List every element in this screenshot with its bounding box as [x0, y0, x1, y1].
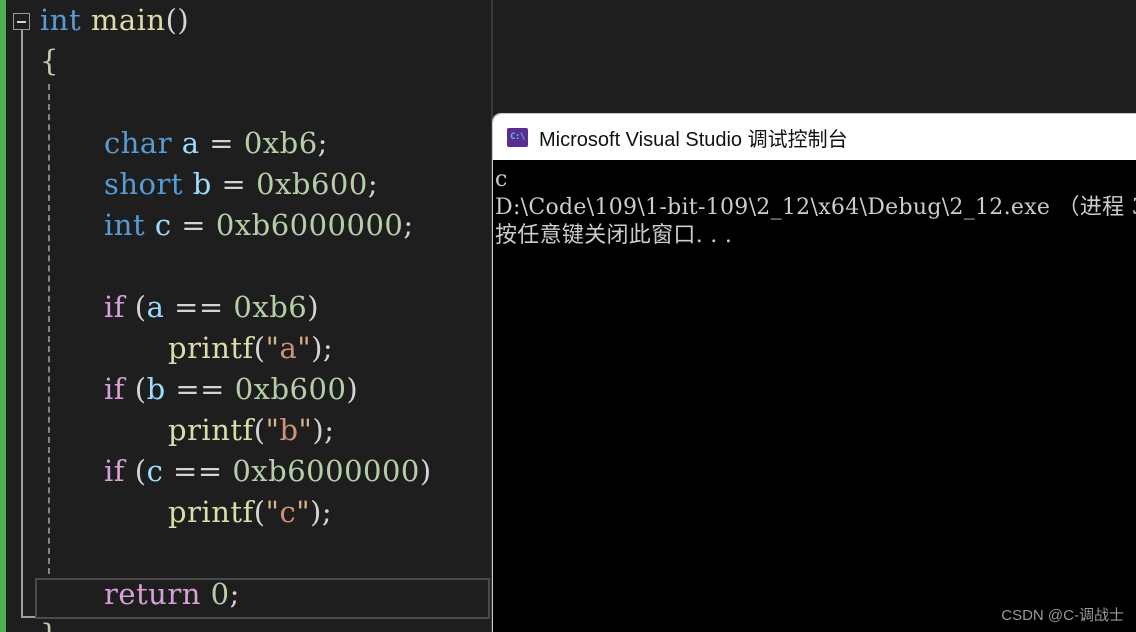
code-token-punct — [81, 3, 91, 37]
code-token-num: 0xb600 — [234, 372, 347, 406]
code-line: return 0; — [0, 574, 493, 615]
code-token-num: 0xb6000000 — [215, 208, 404, 242]
code-token-quote: " — [297, 331, 312, 365]
code-token-num: 0xb6 — [243, 126, 318, 160]
code-line: printf("b"); — [0, 410, 493, 451]
csdn-watermark: CSDN @C-调战士 — [1001, 607, 1124, 624]
code-token-kw: int — [40, 3, 82, 37]
code-token-paren: ) — [419, 454, 432, 488]
code-token-fn: printf — [168, 331, 254, 365]
code-token-paren: ) — [312, 413, 325, 447]
code-token-ctrl: if — [104, 454, 126, 488]
code-line: short b = 0xb600; — [0, 164, 493, 205]
code-token-punct — [183, 167, 193, 201]
code-token-punct: ; — [321, 495, 333, 529]
code-token-str: c — [279, 495, 297, 529]
code-token-num: 0xb600 — [256, 167, 368, 201]
code-token-var: c — [146, 454, 164, 488]
code-token-punct: = — [199, 126, 244, 160]
code-editor-pane[interactable]: int main(){ char a = 0xb6; short b = 0xb6… — [0, 0, 493, 632]
console-app-icon-text: C:\ — [510, 131, 525, 142]
code-token-kw: int — [104, 208, 146, 242]
code-token-var: a — [181, 126, 200, 160]
code-token-paren: ) — [307, 290, 320, 324]
code-token-punct — [172, 126, 182, 160]
code-token-var: b — [146, 372, 166, 406]
console-titlebar[interactable]: C:\ Microsoft Visual Studio 调试控制台 — [493, 114, 1136, 160]
code-token-punct — [145, 208, 155, 242]
code-line: { — [0, 41, 493, 82]
code-line: printf("a"); — [0, 328, 493, 369]
code-token-fn: main — [90, 3, 166, 37]
code-token-paren: () — [165, 3, 190, 37]
console-app-icon: C:\ — [507, 127, 528, 147]
code-token-brace: { — [40, 44, 59, 78]
code-token-paren: ) — [311, 331, 323, 365]
code-token-punct: ; — [324, 413, 335, 447]
code-token-punct: == — [164, 290, 234, 324]
code-token-ctrl: if — [104, 372, 126, 406]
console-window[interactable]: C:\ Microsoft Visual Studio 调试控制台 c D:\Co… — [492, 113, 1136, 632]
code-line: if (c == 0xb6000000) — [0, 451, 493, 492]
code-token-punct: ; — [317, 126, 328, 160]
code-token-num: 0xb6000000 — [232, 454, 420, 488]
code-token-quote: " — [265, 331, 280, 365]
code-token-var: b — [192, 167, 212, 201]
code-token-paren: ) — [310, 495, 322, 529]
console-output-line: c — [495, 167, 508, 192]
code-token-quote: " — [296, 495, 311, 529]
code-token-punct — [201, 577, 211, 611]
code-token-paren: ( — [125, 372, 147, 406]
code-token-paren: ( — [125, 454, 147, 488]
code-token-punct: ; — [322, 331, 334, 365]
code-token-num: 0xb6 — [233, 290, 308, 324]
code-token-brace: } — [40, 618, 59, 632]
code-token-kw: char — [104, 126, 173, 160]
code-token-paren: ( — [253, 413, 266, 447]
code-token-punct: = — [211, 167, 257, 201]
code-token-punct: ; — [403, 208, 414, 242]
code-token-quote: " — [298, 413, 313, 447]
console-output-area[interactable]: c D:\Code\109\1-bit-109\2_12\x64\Debug\2_… — [493, 160, 1136, 632]
code-token-punct: ; — [229, 577, 240, 611]
code-line: char a = 0xb6; — [0, 123, 493, 164]
screenshot-root: int main(){ char a = 0xb6; short b = 0xb6… — [0, 0, 1136, 632]
code-token-fn: printf — [168, 495, 254, 529]
code-token-punct: == — [163, 454, 233, 488]
code-token-quote: " — [265, 495, 280, 529]
code-token-punct: == — [165, 372, 235, 406]
code-line: if (b == 0xb600) — [0, 369, 493, 410]
code-token-paren: ( — [253, 495, 266, 529]
code-token-var: c — [154, 208, 172, 242]
code-line: int main() — [0, 0, 493, 41]
code-token-punct: ; — [367, 167, 379, 201]
console-title: Microsoft Visual Studio 调试控制台 — [539, 128, 848, 151]
code-token-paren: ( — [253, 331, 266, 365]
code-line: } — [0, 615, 493, 632]
code-token-ctrl: if — [104, 290, 126, 324]
code-token-str: a — [279, 331, 298, 365]
code-token-kw: short — [104, 167, 184, 201]
code-line: printf("c"); — [0, 492, 493, 533]
console-output-line: D:\Code\109\1-bit-109\2_12\x64\Debug\2_1… — [495, 195, 1136, 220]
code-token-str: b — [279, 413, 299, 447]
console-output-line: 按任意键关闭此窗口. . . — [495, 223, 733, 248]
code-token-ctrl: return — [104, 577, 201, 611]
code-token-var: a — [146, 290, 165, 324]
code-token-paren: ) — [346, 372, 359, 406]
code-token-paren: ( — [125, 290, 147, 324]
code-text-area[interactable]: int main(){ char a = 0xb6; short b = 0xb6… — [0, 0, 493, 632]
code-line: if (a == 0xb6) — [0, 287, 493, 328]
code-line: int c = 0xb6000000; — [0, 205, 493, 246]
code-token-num: 0 — [210, 577, 230, 611]
code-token-fn: printf — [168, 413, 254, 447]
code-token-punct: = — [171, 208, 216, 242]
code-token-quote: " — [265, 413, 280, 447]
